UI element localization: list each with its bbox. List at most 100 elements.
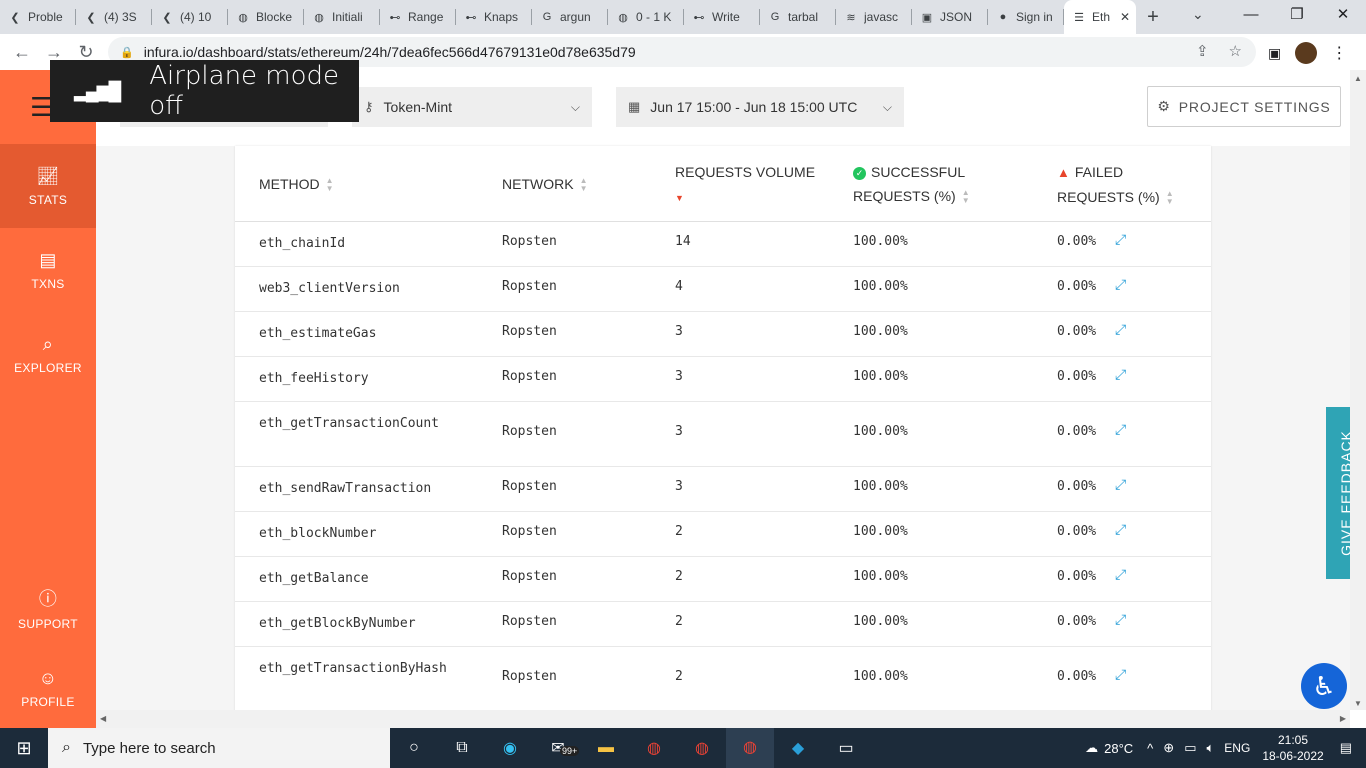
- temperature-text[interactable]: 28°C: [1104, 741, 1133, 756]
- share-icon[interactable]: ⇪: [1196, 42, 1209, 60]
- battery-icon[interactable]: ▭: [1184, 740, 1196, 756]
- expand-icon[interactable]: ⤢: [1115, 477, 1126, 493]
- table-row[interactable]: eth_sendRawTransaction Ropsten 3 100.00% 0.0…: [235, 467, 1211, 512]
- expand-icon[interactable]: ⤢: [1115, 422, 1126, 438]
- success-rate-cell: 100.00%: [853, 479, 908, 494]
- table-row[interactable]: eth_chainId Ropsten 14 100.00% 0.00% ⤢: [235, 222, 1211, 267]
- volume-icon[interactable]: 🔈︎: [1206, 740, 1214, 756]
- browser-tab[interactable]: ❮ (4) 3S: [76, 0, 152, 34]
- expand-icon[interactable]: ⤢: [1115, 667, 1126, 683]
- language-indicator[interactable]: ENG: [1224, 741, 1250, 755]
- browser-tab[interactable]: ⊷ Write: [684, 0, 760, 34]
- signal-icon: ▂▄▆█: [74, 80, 121, 101]
- network-cell: Ropsten: [502, 569, 557, 584]
- tab-title: Eth: [1092, 10, 1111, 24]
- method-cell: eth_getTransactionByHash: [259, 661, 447, 676]
- restore-icon[interactable]: ❐: [1274, 0, 1320, 34]
- chrome-active-icon[interactable]: ◍: [726, 728, 774, 768]
- avatar[interactable]: [1295, 42, 1318, 64]
- table-row[interactable]: eth_blockNumber Ropsten 2 100.00% 0.00% ⤢: [235, 512, 1211, 557]
- table-row[interactable]: eth_estimateGas Ropsten 3 100.00% 0.00% ⤢: [235, 312, 1211, 357]
- column-header-volume[interactable]: REQUESTS VOLUME ▼: [675, 160, 815, 210]
- favicon-icon: ⊷: [465, 11, 477, 24]
- expand-icon[interactable]: ⤢: [1115, 522, 1126, 538]
- browser-tab[interactable]: ◍ Blocke: [228, 0, 304, 34]
- vscode-icon[interactable]: ◆: [774, 738, 822, 758]
- horizontal-scrollbar[interactable]: ◀ ▶: [96, 710, 1350, 728]
- table-row[interactable]: eth_feeHistory Ropsten 3 100.00% 0.00% ⤢: [235, 357, 1211, 402]
- sidebar-item-stats[interactable]: 📈︎ STATS: [0, 144, 96, 228]
- weather-icon[interactable]: ☁: [1085, 740, 1098, 756]
- expand-icon[interactable]: ⤢: [1115, 612, 1126, 628]
- mail-icon[interactable]: ✉ 99+: [534, 738, 582, 758]
- new-tab-icon[interactable]: +: [1136, 6, 1170, 29]
- sidebar-item-explorer[interactable]: ⌕ EXPLORER: [0, 312, 96, 396]
- help-icon: ⓘ: [38, 589, 58, 609]
- table-row[interactable]: eth_getBalance Ropsten 2 100.00% 0.00% ⤢: [235, 557, 1211, 602]
- edge-icon[interactable]: ◉: [486, 738, 534, 758]
- chrome-profile-icon[interactable]: ◍: [678, 738, 726, 758]
- table-row[interactable]: eth_getBlockByNumber Ropsten 2 100.00% 0.00%…: [235, 602, 1211, 647]
- browser-tab[interactable]: ⊷ Knaps: [456, 0, 532, 34]
- expand-icon[interactable]: ⤢: [1115, 232, 1126, 248]
- notification-icon[interactable]: ▤: [1340, 740, 1352, 756]
- close-window-icon[interactable]: ✕: [1320, 0, 1366, 34]
- close-tab-icon[interactable]: ✕: [1120, 10, 1130, 24]
- browser-tab[interactable]: ❮ Proble: [0, 0, 76, 34]
- browser-tab[interactable]: ≋ javasc: [836, 0, 912, 34]
- clock[interactable]: 21:05 18-06-2022: [1262, 732, 1323, 764]
- vertical-scrollbar[interactable]: ▲ ▼: [1350, 70, 1366, 710]
- cortana-icon[interactable]: ○: [390, 739, 438, 757]
- accessibility-icon[interactable]: ♿︎: [1301, 663, 1347, 709]
- column-header-method[interactable]: METHOD ▲ ▼: [259, 172, 334, 196]
- lock-icon[interactable]: 🔒: [120, 46, 134, 59]
- browser-tab[interactable]: ▣ JSON: [912, 0, 988, 34]
- bookmark-star-icon[interactable]: ☆: [1229, 42, 1242, 60]
- file-explorer-icon[interactable]: ▬: [582, 739, 630, 757]
- terminal-icon[interactable]: ▭: [822, 738, 870, 758]
- date-range-select[interactable]: ▦ Jun 17 15:00 - Jun 18 15:00 UTC ⌵: [616, 87, 904, 127]
- network-icon[interactable]: ⊕: [1163, 740, 1174, 756]
- header-label: FAILED: [1074, 164, 1124, 180]
- chevron-down-icon: ⌵: [882, 99, 892, 114]
- browser-tab[interactable]: ● Sign in: [988, 0, 1064, 34]
- sidebar-item-profile[interactable]: ☺ PROFILE: [0, 646, 96, 730]
- browser-tab[interactable]: ⊷ Range: [380, 0, 456, 34]
- chrome-icon[interactable]: ◍: [630, 738, 678, 758]
- sidebar-item-support[interactable]: ⓘ SUPPORT: [0, 566, 96, 650]
- table-row[interactable]: web3_clientVersion Ropsten 4 100.00% 0.00% ⤢: [235, 267, 1211, 312]
- tray-chevron-icon[interactable]: ^: [1147, 741, 1153, 756]
- task-view-icon[interactable]: ⧉: [438, 739, 486, 757]
- browser-tab[interactable]: ◍ Initiali: [304, 0, 380, 34]
- menu-kebab-icon[interactable]: ⋮: [1331, 43, 1347, 63]
- expand-icon[interactable]: ⤢: [1115, 567, 1126, 583]
- browser-tab[interactable]: Gargun: [532, 0, 608, 34]
- expand-icon[interactable]: ⤢: [1115, 367, 1126, 383]
- table-row[interactable]: eth_getTransactionByHash Ropsten 2 100.00% 0…: [235, 647, 1211, 710]
- sidebar-item-label: STATS: [28, 192, 68, 207]
- failure-rate-cell: 0.00%: [1057, 669, 1097, 684]
- column-header-failed[interactable]: ▲ FAILED REQUESTS (%) ▲ ▼: [1057, 160, 1174, 209]
- windows-start-icon[interactable]: ⊞: [0, 738, 48, 759]
- column-header-successful[interactable]: ✓ SUCCESSFUL REQUESTS (%) ▲ ▼: [853, 160, 970, 208]
- browser-tab[interactable]: ❮ (4) 10: [152, 0, 228, 34]
- minimize-icon[interactable]: —: [1228, 0, 1274, 34]
- expand-icon[interactable]: ⤢: [1115, 277, 1126, 293]
- table-row[interactable]: eth_getTransactionCount Ropsten 3 100.00% 0.…: [235, 402, 1211, 467]
- tab-search-icon[interactable]: ⌄: [1192, 6, 1204, 23]
- back-icon[interactable]: ←: [6, 42, 38, 63]
- expand-icon[interactable]: ⤢: [1115, 322, 1126, 338]
- taskbar-search-input[interactable]: ⌕ Type here to search: [48, 728, 390, 768]
- volume-cell: 2: [675, 524, 683, 539]
- browser-tab[interactable]: ◍ 0 - 1 K: [608, 0, 684, 34]
- browser-tab[interactable]: ☰ Eth ✕: [1064, 0, 1136, 34]
- main-content: ⚷ Token-Mint ⌵ ▦ Jun 17 15:00 - Jun 18 1…: [96, 70, 1350, 710]
- column-header-network[interactable]: NETWORK ▲ ▼: [502, 172, 587, 196]
- success-rate-cell: 100.00%: [853, 614, 908, 629]
- side-panel-icon[interactable]: ▣: [1268, 45, 1281, 62]
- project-settings-button[interactable]: ⚙ PROJECT SETTINGS: [1147, 86, 1341, 127]
- browser-tab[interactable]: Gtarbal: [760, 0, 836, 34]
- sidebar-item-txns[interactable]: ▤ TXNS: [0, 228, 96, 312]
- project-select[interactable]: ⚷ Token-Mint ⌵: [352, 87, 592, 127]
- tab-title: 0 - 1 K: [636, 10, 672, 24]
